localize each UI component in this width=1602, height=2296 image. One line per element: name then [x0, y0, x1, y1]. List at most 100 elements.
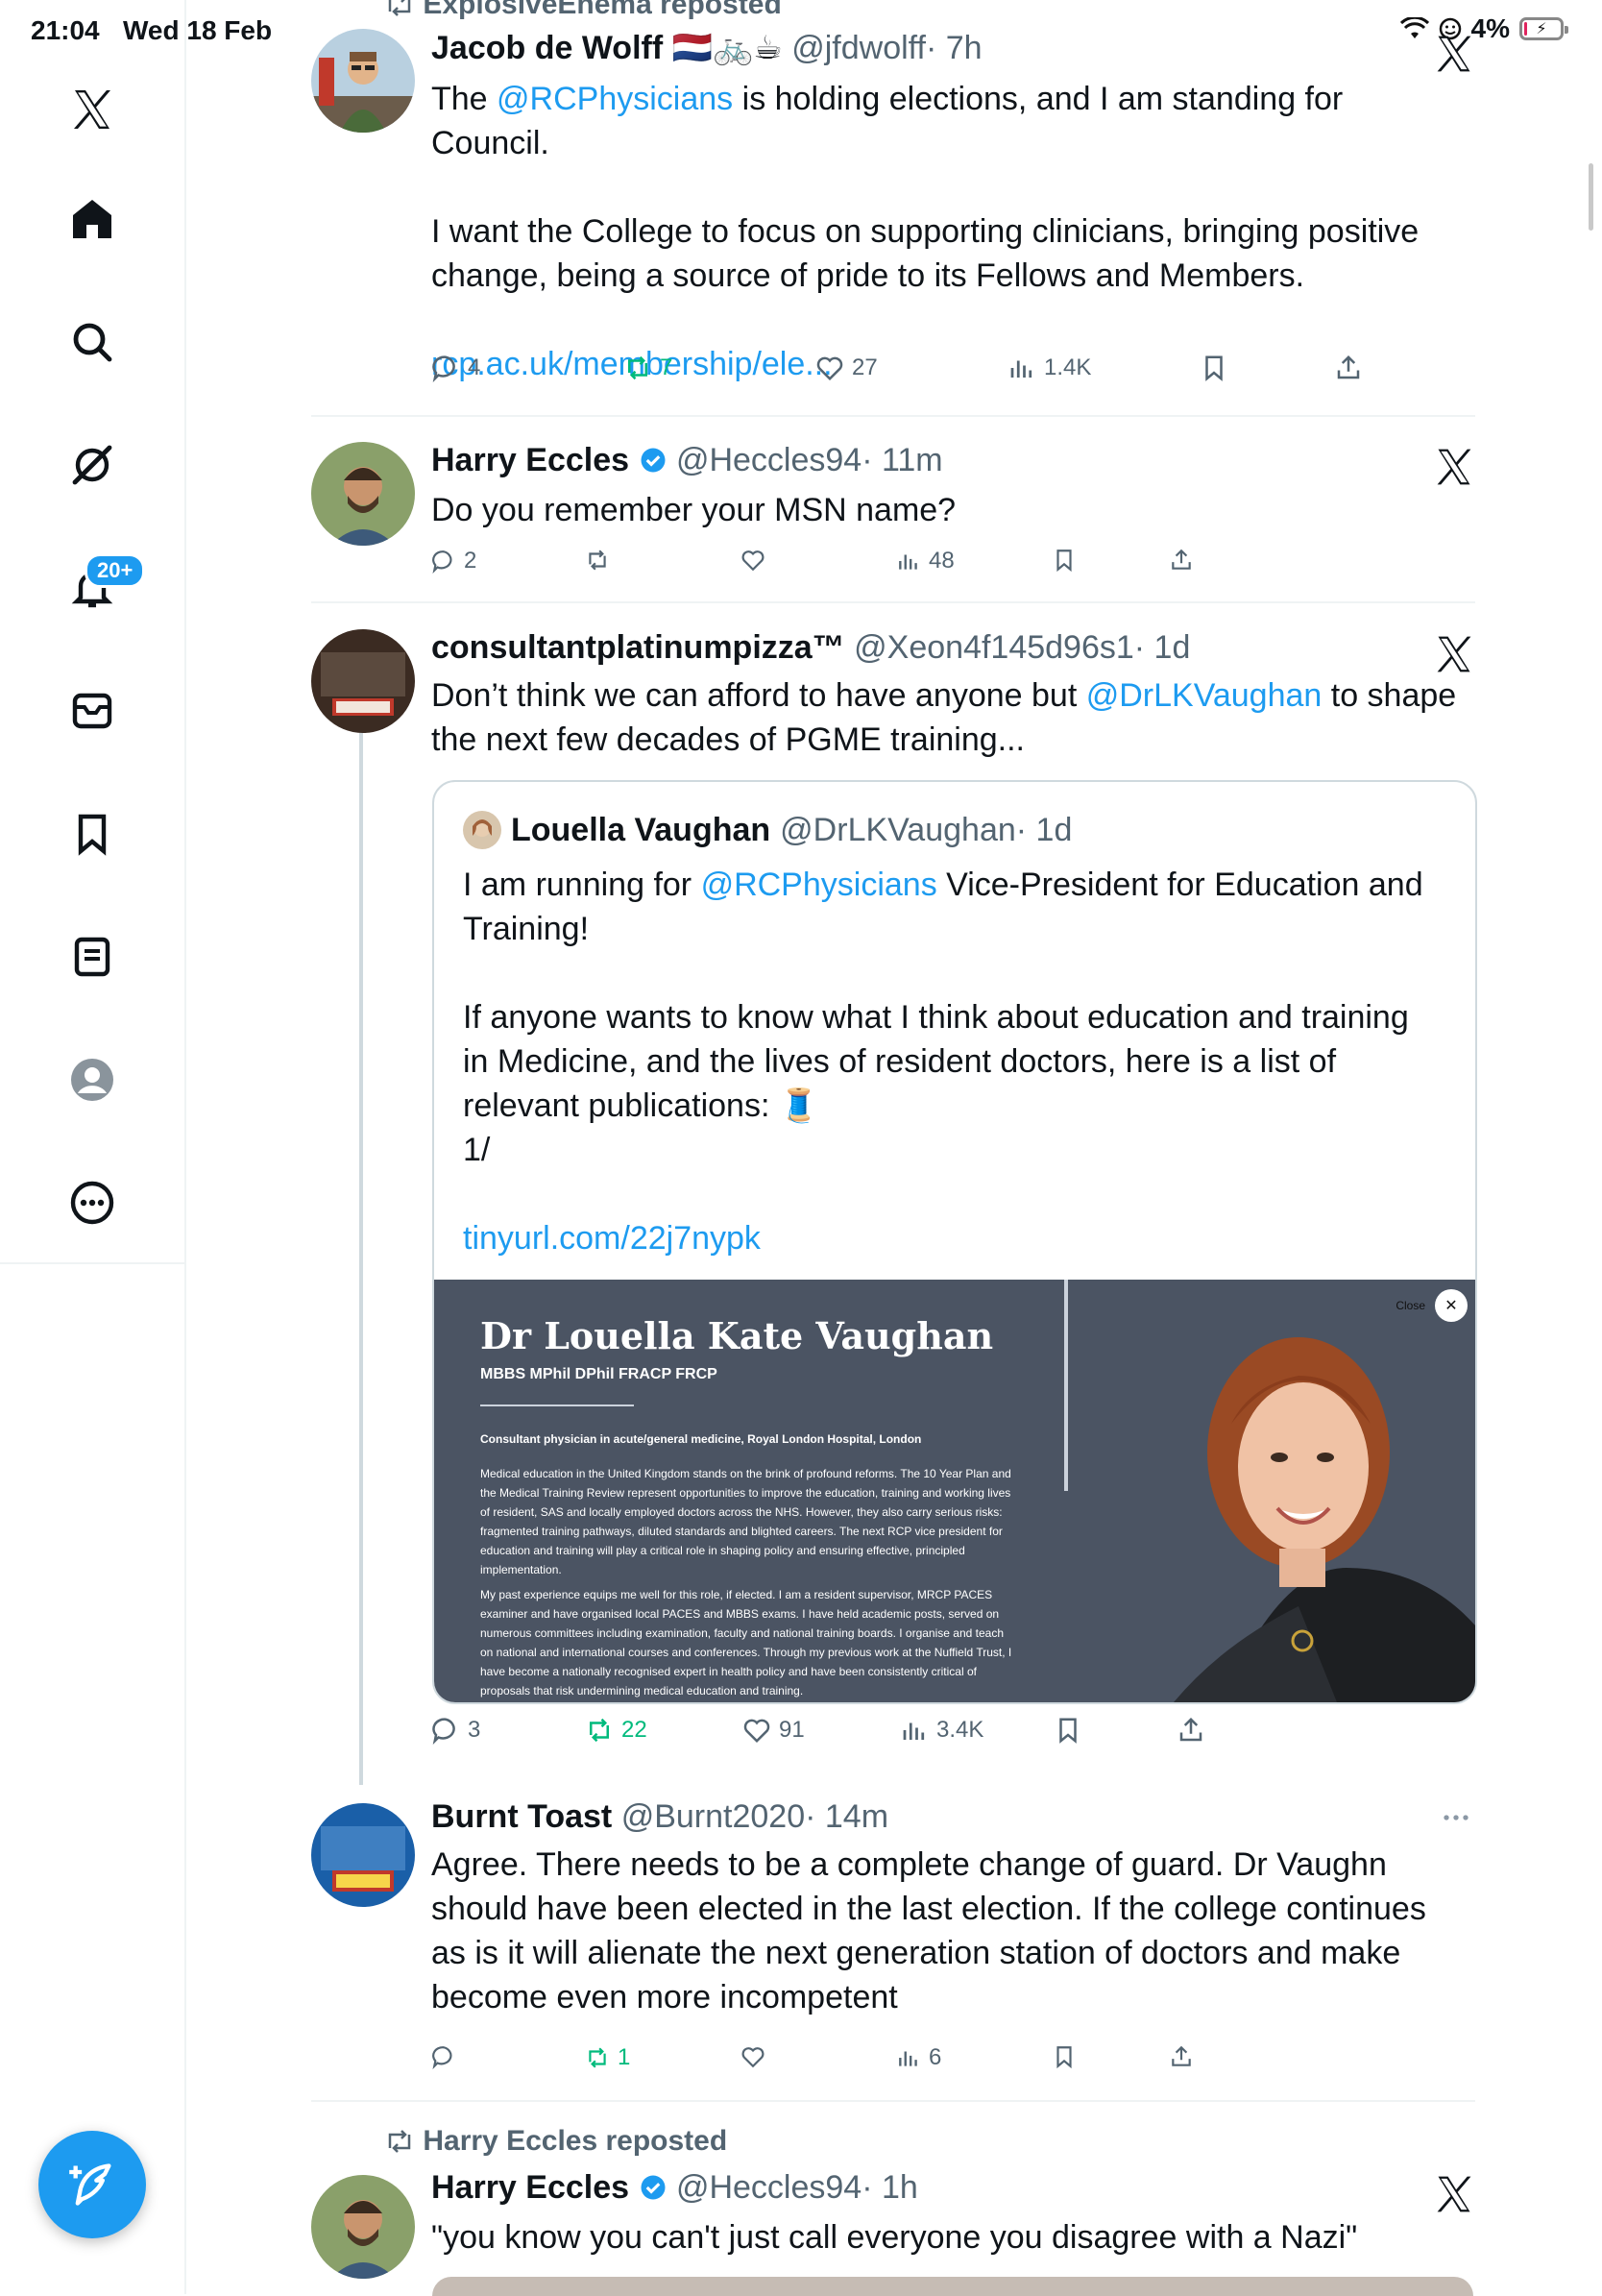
bookmark-button[interactable] [1052, 548, 1077, 573]
timestamp[interactable]: · 11m [862, 442, 942, 478]
home-icon[interactable] [50, 177, 134, 261]
sidebar: 20+ [0, 0, 186, 2294]
divider [311, 601, 1475, 603]
scrollbar[interactable] [1589, 163, 1593, 231]
mention-link[interactable]: @DrLKVaughan [1086, 677, 1323, 714]
display-name[interactable]: Jacob de Wolff [431, 30, 663, 66]
share-button[interactable] [1334, 354, 1363, 382]
tweet-header: Burnt Toast @Burnt2020· 14m [431, 1798, 888, 1836]
text-segment: Vice-President for Education and Trainin… [463, 867, 1423, 1168]
link-preview-card[interactable]: Dr Louella Kate Vaughan MBBS MPhil DPhil… [434, 1280, 1475, 1702]
battery-percent: 4% [1470, 13, 1510, 43]
handle[interactable]: @Xeon4f145d96s1 [854, 629, 1134, 666]
handle: @DrLKVaughan· 1d [780, 812, 1072, 849]
avatar[interactable] [311, 29, 415, 133]
tweet-header: Harry Eccles @Heccles94· 11m [431, 442, 943, 479]
display-name[interactable]: Harry Eccles [431, 2169, 629, 2206]
lists-icon[interactable] [50, 915, 134, 999]
handle[interactable]: @jfdwolff [791, 30, 926, 66]
views-button[interactable]: 3.4K [900, 1716, 983, 1745]
share-button[interactable] [1169, 2044, 1194, 2069]
more-icon[interactable] [50, 1160, 134, 1245]
reply-button[interactable]: 3 [431, 1716, 480, 1745]
compose-button[interactable] [38, 2131, 146, 2238]
reply-button[interactable] [431, 2044, 464, 2069]
display-name[interactable]: consultantplatinumpizza™ [431, 629, 845, 666]
display-name[interactable]: Burnt Toast [431, 1798, 612, 1835]
x-logo-icon[interactable] [1433, 633, 1475, 675]
avatar[interactable] [311, 2175, 415, 2279]
views-chart-icon [1010, 360, 1032, 378]
card-close-button[interactable]: Close ✕ [1396, 1289, 1468, 1322]
share-icon [1179, 1717, 1202, 1742]
repost-button[interactable]: 22 [585, 1716, 647, 1745]
tweet-media-image[interactable] [432, 2277, 1473, 2296]
reply-button[interactable]: 4 [431, 354, 480, 382]
thread-connector [359, 701, 363, 1785]
display-name[interactable]: Harry Eccles [431, 442, 629, 478]
verified-badge-icon [641, 2175, 665, 2200]
x-logo-icon[interactable] [1433, 2173, 1475, 2215]
repost-icon [589, 550, 606, 571]
avatar[interactable] [311, 1803, 415, 1907]
mention-link[interactable]: @RCPhysicians [497, 81, 733, 117]
quoted-tweet[interactable]: Louella Vaughan @DrLKVaughan· 1d I am ru… [432, 780, 1477, 1704]
timestamp[interactable]: · 14m [805, 1798, 888, 1835]
bookmarks-icon[interactable] [50, 792, 134, 876]
repost-button[interactable] [585, 548, 618, 573]
bookmark-button[interactable] [1052, 2044, 1077, 2069]
tweet-actions: 4 7 27 1.4K [431, 354, 1392, 396]
view-count: 48 [929, 548, 955, 574]
card-text-line: Medical education in the United Kingdom … [480, 1467, 1011, 1480]
bookmark-button[interactable] [1200, 354, 1228, 382]
x-logo-icon[interactable] [1433, 33, 1475, 75]
share-icon [1337, 354, 1360, 379]
repost-button[interactable]: 7 [623, 354, 672, 382]
timestamp[interactable]: · 1d [1016, 812, 1073, 848]
views-button[interactable]: 1.4K [1007, 354, 1091, 382]
views-button[interactable]: 48 [896, 548, 955, 574]
timestamp[interactable]: · 1h [862, 2169, 918, 2206]
like-button[interactable] [740, 2044, 773, 2069]
card-rule [480, 1404, 634, 1406]
share-button[interactable] [1169, 548, 1194, 573]
handle-text[interactable]: @DrLKVaughan [780, 812, 1016, 848]
like-count: 27 [852, 354, 878, 380]
reply-button[interactable]: 2 [431, 548, 476, 574]
like-button[interactable]: 91 [742, 1716, 805, 1745]
more-options-icon[interactable] [1437, 1798, 1475, 1837]
url-link[interactable]: tinyurl.com/22j7nypk [463, 1220, 761, 1257]
like-button[interactable]: 27 [815, 354, 878, 382]
card-close-label: Close [1396, 1299, 1425, 1312]
repost-button[interactable]: 1 [585, 2044, 630, 2071]
like-button[interactable] [740, 548, 773, 573]
timestamp[interactable]: · 1d [1134, 629, 1191, 666]
card-text-line: have become a nationally recognised expe… [480, 1665, 977, 1678]
repost-label: ExplosiveEnema reposted [423, 0, 782, 20]
card-text-line: numerous committees including examinatio… [480, 1626, 1004, 1640]
mention-link[interactable]: @RCPhysicians [701, 867, 937, 903]
handle[interactable]: @Heccles94 [676, 442, 862, 478]
search-icon[interactable] [50, 300, 134, 384]
profile-avatar-icon[interactable] [50, 1038, 134, 1122]
reply-icon [432, 550, 452, 574]
card-text-line: the Medical Training Review represent op… [480, 1486, 1011, 1500]
avatar[interactable] [311, 629, 415, 733]
x-logo-icon[interactable] [1433, 446, 1475, 488]
grok-icon[interactable] [50, 423, 134, 507]
share-button[interactable] [1177, 1716, 1205, 1745]
handle[interactable]: @Heccles94 [676, 2169, 862, 2206]
views-button[interactable]: 6 [896, 2044, 941, 2071]
name-emojis: 🇳🇱🚲☕ [671, 30, 783, 66]
bookmark-button[interactable] [1054, 1716, 1082, 1745]
display-name[interactable]: Louella Vaughan [511, 812, 770, 849]
x-logo-icon[interactable] [50, 67, 134, 152]
handle[interactable]: @Burnt2020 [621, 1798, 805, 1835]
view-count: 1.4K [1044, 354, 1092, 380]
repost-count: 22 [621, 1717, 647, 1743]
tweet-text: The @RCPhysicians is holding elections, … [431, 77, 1468, 386]
avatar[interactable] [311, 442, 415, 546]
timestamp[interactable]: · 7h [926, 30, 983, 66]
messages-icon[interactable] [50, 669, 134, 753]
avatar[interactable] [463, 811, 501, 849]
